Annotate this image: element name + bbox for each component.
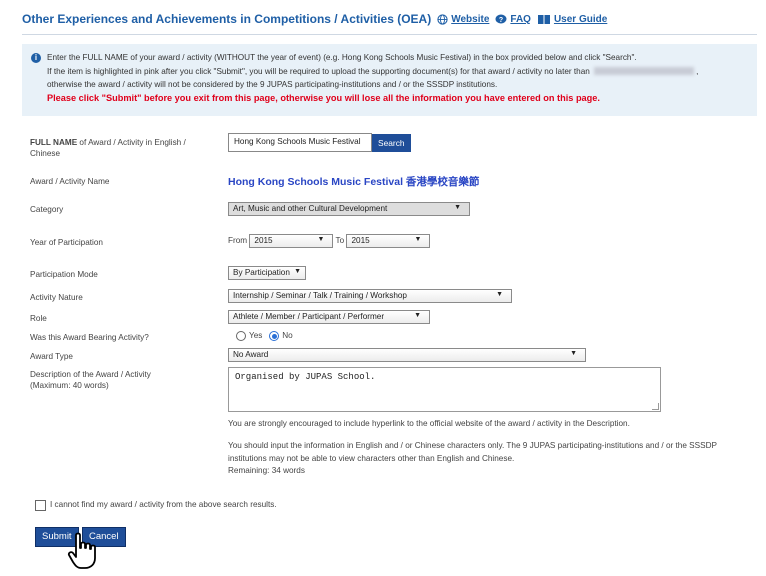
faq-icon: ? xyxy=(495,14,507,24)
year-field: From 2015 ▼ To 2015 ▼ xyxy=(228,234,431,248)
globe-icon xyxy=(437,13,448,25)
search-button[interactable]: Search xyxy=(372,133,411,152)
submit-warning: Please click "Submit" before you exit fr… xyxy=(47,92,600,103)
chevron-down-icon: ▼ xyxy=(496,291,503,298)
award-type-field: No Award ▼ xyxy=(228,348,586,362)
role-select[interactable]: Athlete / Member / Participant / Perform… xyxy=(228,310,430,324)
award-bearing-yes-radio[interactable] xyxy=(236,331,246,341)
to-label: To xyxy=(335,236,345,246)
user-guide-link[interactable]: User Guide xyxy=(537,14,607,25)
faq-link[interactable]: ? FAQ xyxy=(495,14,531,25)
hand-cursor-icon xyxy=(67,532,96,569)
description-hint-language: You should input the information in Engl… xyxy=(228,441,717,463)
remaining-words: Remaining: 34 words xyxy=(228,466,305,475)
notice-line-1: Enter the FULL NAME of your award / acti… xyxy=(47,53,637,62)
from-label: From xyxy=(228,236,248,246)
category-field: Art, Music and other Cultural Developmen… xyxy=(228,202,470,216)
year-label: Year of Participation xyxy=(30,238,103,247)
website-link-label: Website xyxy=(451,13,490,25)
resize-handle-icon[interactable] xyxy=(652,403,659,410)
activity-nature-field: Internship / Seminar / Talk / Training /… xyxy=(228,289,512,303)
cannot-find-checkbox[interactable] xyxy=(35,500,46,511)
description-hint-hyperlink: You are strongly encouraged to include h… xyxy=(228,419,630,428)
chevron-down-icon: ▼ xyxy=(317,236,325,243)
year-to-select[interactable]: 2015 ▼ xyxy=(346,234,431,248)
participation-mode-select[interactable]: By Participation ▼ xyxy=(228,266,306,280)
role-label: Role xyxy=(30,314,47,323)
award-type-select[interactable]: No Award ▼ xyxy=(228,348,586,362)
full-name-field: Hong Kong Schools Music Festival Search xyxy=(228,133,411,152)
award-bearing-field: Yes No xyxy=(236,331,293,341)
award-name-label: Award / Activity Name xyxy=(30,177,110,186)
redacted-date xyxy=(594,67,695,76)
notice-line-2: If the item is highlighted in pink after… xyxy=(47,66,699,76)
notice-line-3: otherwise the award / activity will not … xyxy=(47,80,498,89)
cannot-find-label: I cannot find my award / activity from t… xyxy=(50,500,277,509)
chevron-down-icon: ▼ xyxy=(454,204,461,211)
full-name-input[interactable]: Hong Kong Schools Music Festival xyxy=(228,133,372,152)
award-bearing-no-radio[interactable] xyxy=(269,331,280,341)
header-divider xyxy=(22,34,757,35)
category-label: Category xyxy=(30,205,64,214)
award-bearing-label: Was this Award Bearing Activity? xyxy=(30,333,149,342)
faq-link-label: FAQ xyxy=(510,13,531,25)
book-icon xyxy=(537,14,550,24)
description-textarea[interactable]: Organised by JUPAS School. xyxy=(228,367,661,412)
full-name-label: FULL NAME of Award / Activity in English… xyxy=(30,138,186,158)
chevron-down-icon: ▼ xyxy=(294,268,301,275)
description-word-limit: (Maximum: 40 words) xyxy=(30,381,109,390)
activity-nature-label: Activity Nature xyxy=(30,293,83,302)
page-title: Other Experiences and Achievements in Co… xyxy=(22,12,432,26)
chevron-down-icon: ▼ xyxy=(570,350,577,357)
role-field: Athlete / Member / Participant / Perform… xyxy=(228,310,430,324)
award-type-label: Award Type xyxy=(30,352,73,361)
award-name-value: Hong Kong Schools Music Festival 香港學校音樂節 xyxy=(228,176,480,188)
instruction-notice: i Enter the FULL NAME of your award / ac… xyxy=(22,44,757,116)
chevron-down-icon: ▼ xyxy=(414,236,422,243)
category-select[interactable]: Art, Music and other Cultural Developmen… xyxy=(228,202,470,216)
chevron-down-icon: ▼ xyxy=(414,312,421,319)
website-link[interactable]: Website xyxy=(437,14,489,25)
yes-label: Yes xyxy=(249,331,263,341)
description-label: Description of the Award / Activity (Max… xyxy=(30,370,151,390)
page-header: Other Experiences and Achievements in Co… xyxy=(22,12,757,26)
participation-mode-field: By Participation ▼ xyxy=(228,266,306,280)
no-label: No xyxy=(282,331,293,341)
info-icon: i xyxy=(31,53,41,63)
participation-mode-label: Participation Mode xyxy=(30,270,98,279)
year-from-select[interactable]: 2015 ▼ xyxy=(249,234,334,248)
svg-text:?: ? xyxy=(499,17,503,24)
user-guide-link-label: User Guide xyxy=(553,13,608,25)
activity-nature-select[interactable]: Internship / Seminar / Talk / Training /… xyxy=(228,289,512,303)
